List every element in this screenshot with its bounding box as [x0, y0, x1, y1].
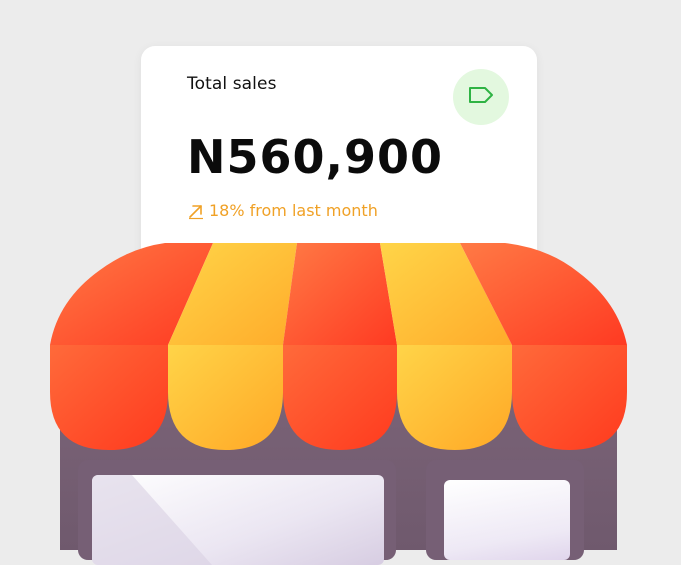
awning-scallop-5: [512, 345, 627, 450]
awning-scallop-1: [50, 345, 168, 450]
storefront-illustration: Total sales N560,900 18% from last month: [0, 0, 681, 565]
awning-scallop-4: [397, 345, 512, 450]
awning-top-stripes: [50, 243, 627, 345]
awning-stripe-3: [283, 243, 397, 345]
awning-scallops: [50, 345, 627, 450]
awning-scallop-3: [283, 345, 397, 450]
awning-scallop-2: [168, 345, 283, 450]
store-awning: [50, 243, 627, 450]
